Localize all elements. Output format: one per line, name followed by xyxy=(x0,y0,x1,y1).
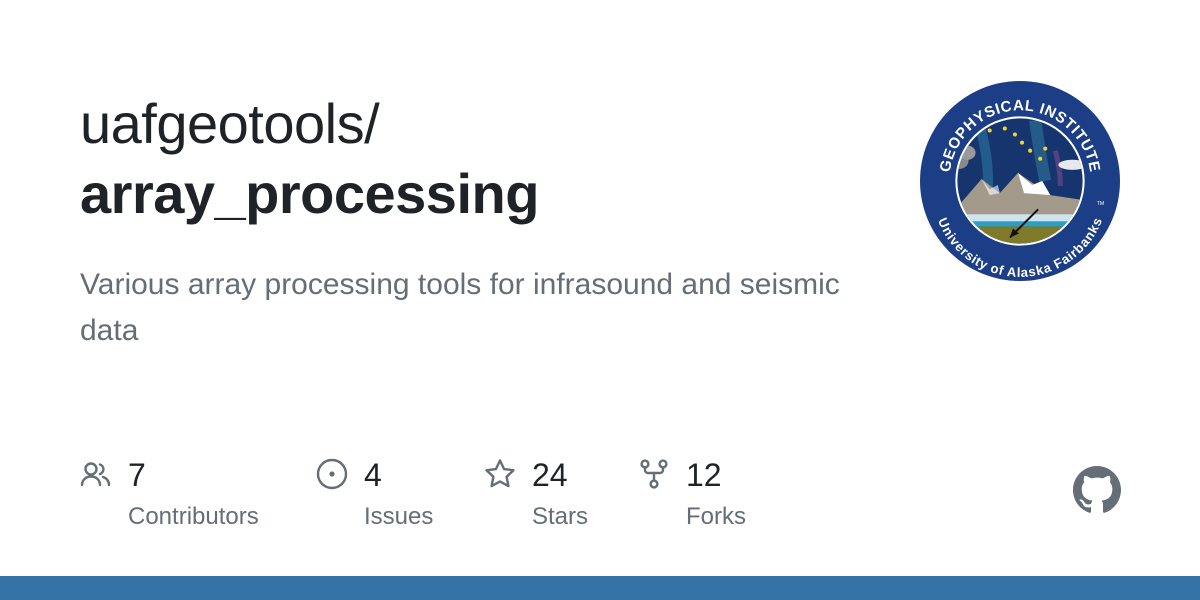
people-icon xyxy=(80,462,111,487)
repo-forked-icon xyxy=(640,459,668,489)
forks-count: 12 xyxy=(686,457,722,493)
stars-count: 24 xyxy=(532,457,568,493)
contributors-label: Contributors xyxy=(128,503,259,530)
star-icon xyxy=(485,459,515,488)
github-icon[interactable] xyxy=(1073,466,1121,514)
language-bar xyxy=(0,576,1200,600)
forks-label: Forks xyxy=(686,503,746,530)
repo-name[interactable]: array_processing xyxy=(80,160,539,228)
stars-label: Stars xyxy=(532,503,589,530)
issue-opened-icon xyxy=(316,458,348,490)
issues-label: Issues xyxy=(364,503,434,530)
repo-description: Various array processing tools for infra… xyxy=(80,268,840,347)
geophysical-institute-logo: GEOPHYSICAL INSTITUTE University of Alas… xyxy=(920,81,1120,281)
repo-owner[interactable]: uafgeotools/ xyxy=(80,92,380,156)
logo-tm-mark: TM xyxy=(1097,201,1104,207)
issues-count: 4 xyxy=(364,457,382,493)
contributors-count: 7 xyxy=(128,457,146,493)
